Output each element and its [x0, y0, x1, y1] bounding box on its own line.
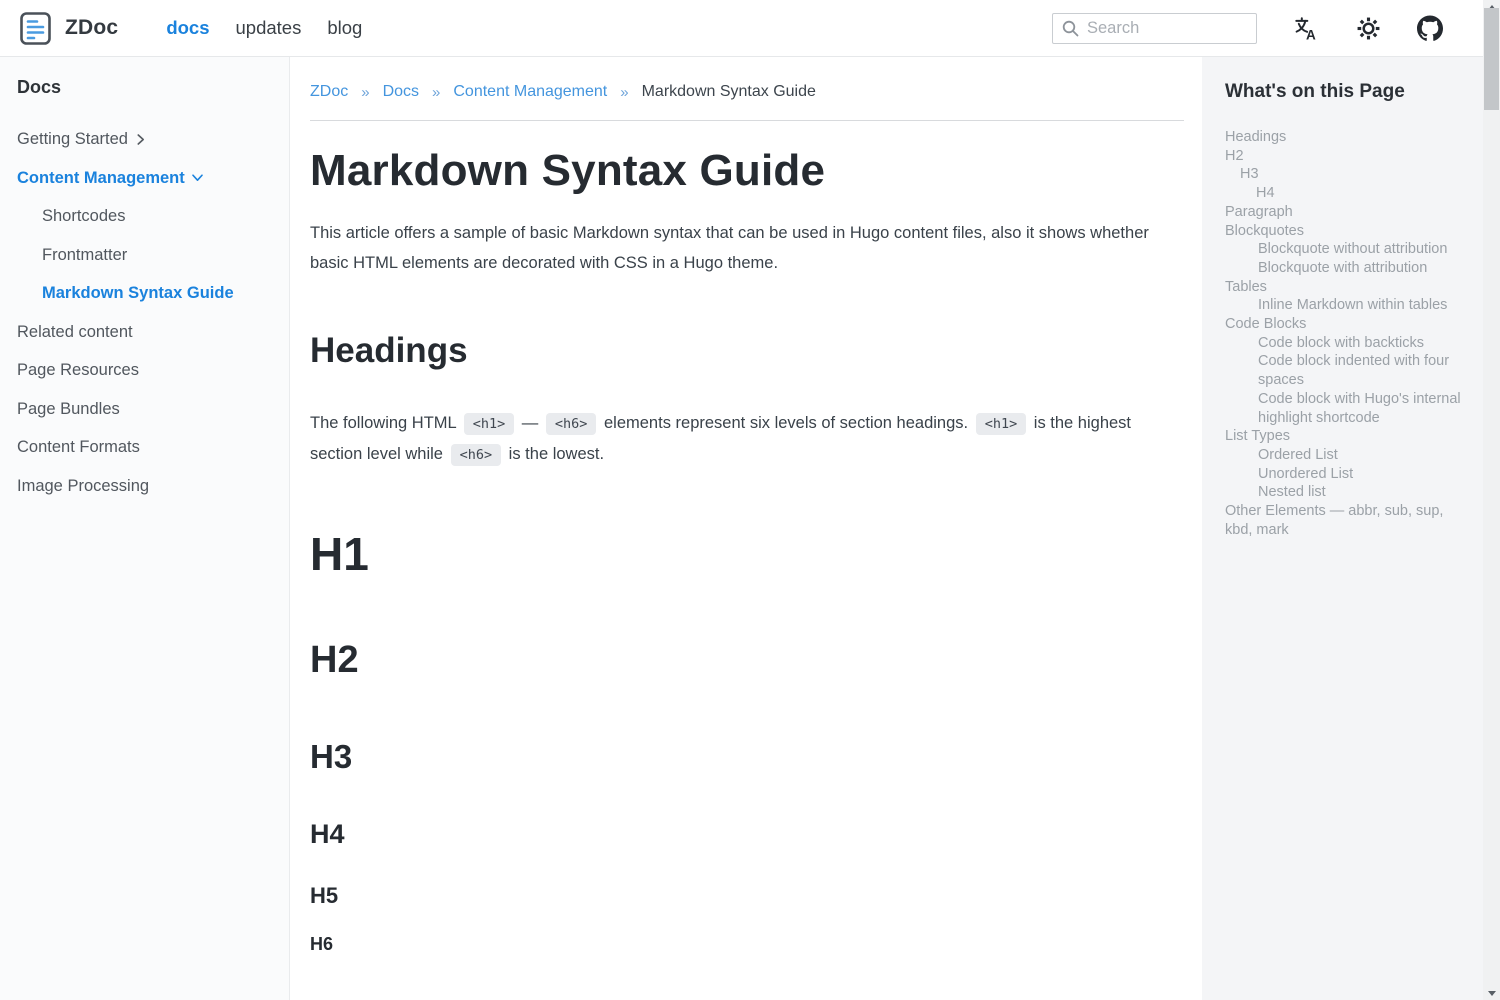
breadcrumb-link[interactable]: ZDoc: [310, 83, 348, 101]
paragraph-segment: elements represent six levels of section…: [599, 414, 972, 432]
toc-item[interactable]: Code block indented with four spaces: [1225, 352, 1461, 389]
toc-item[interactable]: Paragraph: [1225, 203, 1461, 222]
sidebar-item[interactable]: Related content: [17, 313, 273, 352]
document-icon: [20, 12, 51, 45]
paragraph-segment: —: [517, 414, 543, 432]
sidebar-item[interactable]: Content Formats: [17, 428, 273, 467]
sidebar-item[interactable]: Image Processing: [17, 467, 273, 506]
search-icon: [1062, 20, 1079, 37]
paragraph-segment: The following HTML: [310, 414, 461, 432]
sidebar-item-label: Content Management: [17, 159, 185, 198]
sidebar-item-label: Related content: [17, 313, 133, 352]
toc-list: HeadingsH2H3H4ParagraphBlockquotesBlockq…: [1225, 128, 1461, 539]
svg-text:A: A: [1305, 27, 1315, 41]
toc-item[interactable]: Code block with Hugo's internal highligh…: [1225, 390, 1461, 427]
sidebar-item[interactable]: Content Management: [17, 159, 273, 198]
paragraph-segment: <h1>: [976, 413, 1027, 435]
breadcrumb-separator: »: [432, 84, 440, 101]
scrollbar-thumb[interactable]: [1484, 8, 1499, 110]
toc-item[interactable]: Code block with backticks: [1225, 334, 1461, 353]
search-box[interactable]: [1052, 13, 1257, 44]
sidebar-nav: Getting Started Content Management Short…: [17, 120, 273, 505]
intro-paragraph: This article offers a sample of basic Ma…: [310, 218, 1150, 278]
breadcrumb-item: Content Management »: [453, 83, 641, 101]
sidebar-title: Docs: [17, 77, 273, 98]
chevron-icon: [191, 173, 204, 182]
brand[interactable]: ZDoc: [20, 12, 118, 45]
toc-title: What's on this Page: [1225, 81, 1480, 103]
toc-item[interactable]: H2: [1225, 147, 1461, 166]
paragraph-segment: <h6>: [546, 413, 597, 435]
sidebar-item[interactable]: Frontmatter: [17, 236, 273, 275]
toc-item[interactable]: Blockquote without attribution: [1225, 240, 1461, 259]
sidebar-item-label: Content Formats: [17, 428, 140, 467]
breadcrumb-item: ZDoc »: [310, 83, 383, 101]
toc-item[interactable]: Other Elements — abbr, sub, sup, kbd, ma…: [1225, 502, 1461, 539]
toc-item[interactable]: Unordered List: [1225, 465, 1461, 484]
demo-heading: H4: [310, 819, 1184, 850]
toc-item[interactable]: Inline Markdown within tables: [1225, 296, 1461, 315]
toc-item[interactable]: Code Blocks: [1225, 315, 1461, 334]
toc-item[interactable]: Tables: [1225, 278, 1461, 297]
toc-panel: What's on this Page HeadingsH2H3H4Paragr…: [1202, 57, 1500, 1000]
navbar-right: A: [1052, 13, 1443, 44]
paragraph-segment: is the lowest.: [504, 445, 604, 463]
main-content: ZDoc » Docs » Content Management » Markd…: [290, 57, 1202, 1000]
toc-item[interactable]: Ordered List: [1225, 446, 1461, 465]
sidebar-item-label: Image Processing: [17, 467, 149, 506]
nav-link[interactable]: blog: [327, 17, 362, 39]
sidebar-item[interactable]: Markdown Syntax Guide: [17, 274, 273, 313]
breadcrumb-link[interactable]: Docs: [383, 83, 419, 101]
paragraph-segment: <h1>: [464, 413, 515, 435]
toc-item[interactable]: Blockquote with attribution: [1225, 259, 1461, 278]
github-icon[interactable]: [1417, 15, 1443, 41]
search-input[interactable]: [1087, 19, 1247, 38]
breadcrumb-divider: [310, 120, 1184, 121]
demo-heading: H6: [310, 934, 1184, 955]
breadcrumb-item: Markdown Syntax Guide »: [642, 83, 816, 101]
toc-item[interactable]: Blockquotes: [1225, 222, 1461, 241]
page-title: Markdown Syntax Guide: [310, 145, 1184, 198]
breadcrumb-separator: »: [620, 84, 628, 101]
toc-item[interactable]: H4: [1225, 184, 1461, 203]
scrollbar[interactable]: [1483, 0, 1500, 1000]
top-navbar: ZDoc docs updates blog A: [0, 0, 1500, 57]
paragraph-segment: <h6>: [451, 444, 502, 466]
sidebar-item-label: Page Resources: [17, 351, 139, 390]
breadcrumb-separator: »: [361, 84, 369, 101]
breadcrumb: ZDoc » Docs » Content Management » Markd…: [310, 83, 1184, 101]
breadcrumb-link[interactable]: Content Management: [453, 83, 607, 101]
brand-name: ZDoc: [65, 16, 118, 40]
demo-heading: H3: [310, 738, 1184, 776]
breadcrumb-link[interactable]: Markdown Syntax Guide: [642, 83, 816, 101]
sidebar-item[interactable]: Page Bundles: [17, 390, 273, 429]
demo-heading: H2: [310, 639, 1184, 683]
demo-heading: H1: [310, 528, 1184, 581]
theme-icon[interactable]: [1355, 15, 1381, 41]
sidebar-item-label: Shortcodes: [42, 197, 125, 236]
toc-item[interactable]: Headings: [1225, 128, 1461, 147]
top-nav-links: docs updates blog: [166, 17, 362, 39]
demo-headings: H1 H2 H3 H4 H5 H6: [310, 528, 1184, 955]
nav-link[interactable]: docs: [166, 17, 209, 39]
sidebar-item-label: Markdown Syntax Guide: [42, 274, 234, 313]
translate-icon[interactable]: A: [1293, 15, 1319, 41]
headings-paragraph: The following HTML <h1> — <h6> elements …: [310, 408, 1162, 470]
docs-sidebar: Docs Getting Started Content Management …: [0, 57, 290, 1000]
toc-item[interactable]: H3: [1225, 165, 1461, 184]
toc-item[interactable]: List Types: [1225, 427, 1461, 446]
sidebar-item-label: Page Bundles: [17, 390, 120, 429]
demo-heading: H5: [310, 883, 1184, 908]
section-heading-headings: Headings: [310, 330, 1184, 372]
breadcrumb-item: Docs »: [383, 83, 454, 101]
chevron-icon: [136, 133, 145, 146]
nav-link[interactable]: updates: [236, 17, 302, 39]
scrollbar-down-arrow[interactable]: [1483, 986, 1500, 1000]
sidebar-item[interactable]: Shortcodes: [17, 197, 273, 236]
sidebar-item[interactable]: Page Resources: [17, 351, 273, 390]
toc-item[interactable]: Nested list: [1225, 483, 1461, 502]
sidebar-item-label: Getting Started: [17, 120, 128, 159]
sidebar-item-label: Frontmatter: [42, 236, 127, 275]
sidebar-item[interactable]: Getting Started: [17, 120, 273, 159]
